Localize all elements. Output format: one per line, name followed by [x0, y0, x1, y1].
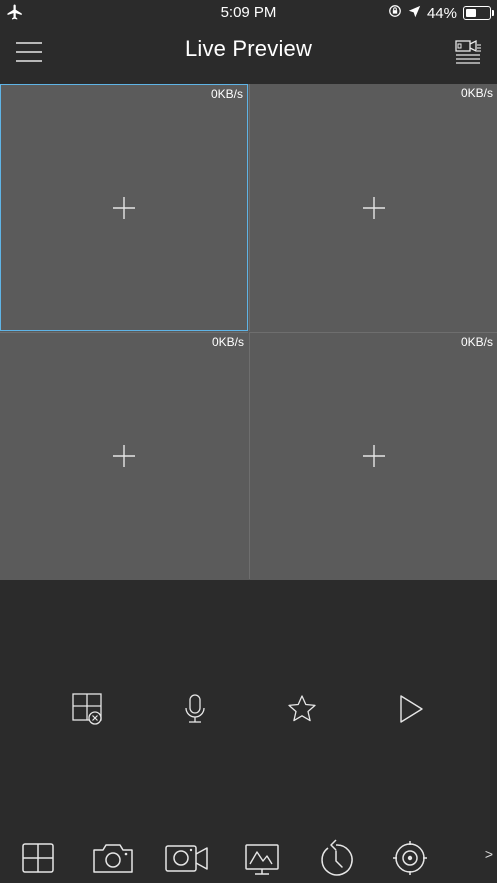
- bottom-toolbar: >: [0, 830, 497, 883]
- bitrate-label: 0KB/s: [211, 335, 244, 349]
- location-arrow-icon: [408, 5, 421, 22]
- snapshot-camera-icon[interactable]: [91, 836, 135, 876]
- split-screen-icon[interactable]: [20, 836, 56, 876]
- status-right: 44%: [388, 4, 494, 22]
- add-channel-icon[interactable]: [113, 196, 135, 219]
- add-channel-icon[interactable]: [113, 445, 135, 467]
- battery-percent: 44%: [426, 4, 457, 22]
- device-list-icon[interactable]: [453, 38, 483, 66]
- page-title: Live Preview: [184, 36, 313, 61]
- status-bar: 5:09 PM 44%: [0, 0, 497, 26]
- star-icon[interactable]: [285, 692, 319, 726]
- nav-bar: Live Preview: [0, 26, 497, 84]
- playback-history-icon[interactable]: [316, 836, 356, 876]
- add-channel-icon[interactable]: [362, 445, 385, 467]
- rotation-lock-icon: [388, 4, 402, 22]
- ptz-control-icon[interactable]: [393, 836, 427, 876]
- battery-icon: [463, 6, 494, 20]
- video-cell-3[interactable]: 0KB/s: [0, 332, 248, 579]
- bitrate-label: 0KB/s: [460, 86, 493, 100]
- video-cell-4[interactable]: 0KB/s: [249, 332, 497, 579]
- add-channel-icon[interactable]: [362, 196, 385, 219]
- bitrate-label: 0KB/s: [460, 335, 493, 349]
- video-cell-2[interactable]: 0KB/s: [249, 84, 497, 331]
- microphone-icon[interactable]: [178, 692, 212, 726]
- close-window-icon[interactable]: [71, 692, 105, 726]
- bitrate-label: 0KB/s: [210, 87, 243, 101]
- more-arrow-icon[interactable]: >: [485, 846, 493, 862]
- record-video-icon[interactable]: [163, 836, 211, 876]
- play-icon[interactable]: [394, 692, 428, 726]
- video-grid: 0KB/s 0KB/s 0KB/s 0KB/s: [0, 84, 497, 580]
- battery-fill: [466, 9, 476, 17]
- control-area: [0, 580, 497, 830]
- image-quality-icon[interactable]: [243, 836, 281, 876]
- video-cell-1[interactable]: 0KB/s: [0, 84, 248, 331]
